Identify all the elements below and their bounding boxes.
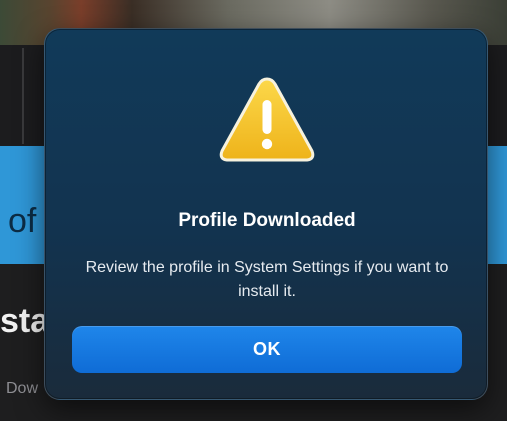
alert-message: Review the profile in System Settings if… (85, 259, 449, 300)
alert-title: Profile Downloaded (178, 210, 356, 231)
background-banner-text: of (8, 202, 37, 240)
profile-downloaded-alert: Profile Downloaded Review the profile in… (44, 28, 488, 400)
ok-button[interactable]: OK (72, 326, 462, 373)
background-divider (22, 48, 24, 144)
background-download-link: Dow (6, 380, 39, 397)
warning-triangle-icon (219, 77, 315, 162)
